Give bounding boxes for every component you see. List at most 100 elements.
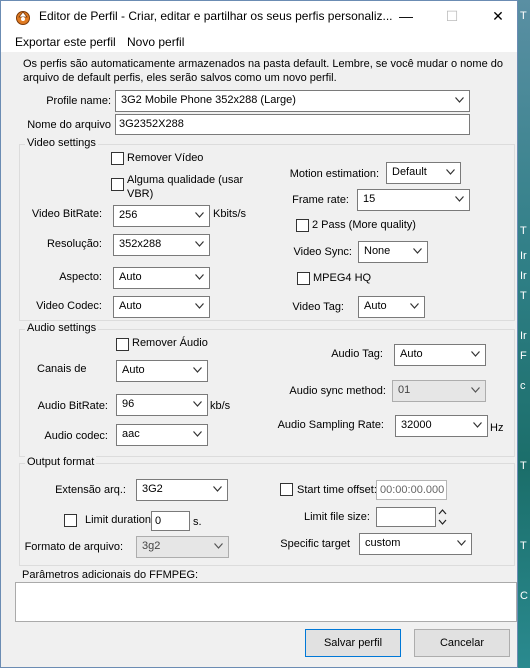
limit-file-size-input[interactable] <box>376 507 436 527</box>
two-pass-checkbox[interactable] <box>296 219 309 232</box>
audio-sync-method-value: 01 <box>398 384 411 396</box>
menu-export-profile[interactable]: Exportar este perfil <box>15 35 116 49</box>
bg-letter: Ir <box>520 270 527 282</box>
close-button[interactable]: ✕ <box>475 1 521 32</box>
video-bitrate-select[interactable]: 256 <box>113 205 210 227</box>
app-icon <box>16 11 30 25</box>
cancel-button[interactable]: Cancelar <box>414 629 510 657</box>
chevron-down-icon <box>473 422 482 428</box>
bg-letter: T <box>520 290 527 302</box>
audio-bitrate-select[interactable]: 96 <box>116 394 208 416</box>
file-extension-value: 3G2 <box>142 483 163 495</box>
chevron-down-icon <box>455 97 464 103</box>
remove-video-label: Remover Vídeo <box>127 152 204 164</box>
audio-sampling-rate-unit: Hz <box>490 422 504 434</box>
file-format-select[interactable]: 3g2 <box>136 536 229 558</box>
motion-estimation-value: Default <box>392 166 427 178</box>
profile-name-label: Profile name: <box>46 95 111 107</box>
specific-target-label: Specific target <box>280 538 350 550</box>
chevron-down-icon <box>195 241 204 247</box>
minimize-button[interactable]: — <box>383 1 429 32</box>
remove-audio-checkbox[interactable] <box>116 338 129 351</box>
bg-letter: T <box>520 460 527 472</box>
start-time-offset-label: Start time offset: <box>297 484 377 496</box>
menu-new-profile[interactable]: Novo perfil <box>127 35 184 49</box>
vbr-quality-checkbox[interactable] <box>111 178 124 191</box>
bg-letter: Ir <box>520 250 527 262</box>
menu-bar: Exportar este perfil Novo perfil <box>1 32 517 52</box>
chevron-down-icon <box>457 540 466 546</box>
aspect-value: Auto <box>119 271 142 283</box>
profile-name-select[interactable]: 3G2 Mobile Phone 352x288 (Large) <box>115 90 470 112</box>
chevron-down-icon <box>410 303 419 309</box>
file-extension-select[interactable]: 3G2 <box>136 479 228 501</box>
start-time-offset-input[interactable]: 00:00:00.000 <box>376 480 447 500</box>
chevron-down-icon <box>213 486 222 492</box>
audio-codec-value: aac <box>122 428 140 440</box>
video-sync-label: Video Sync: <box>293 246 352 258</box>
remove-audio-label: Remover Áudio <box>132 337 208 349</box>
limit-file-size-label: Limit file size: <box>303 511 370 523</box>
limit-duration-checkbox[interactable] <box>64 514 77 527</box>
video-bitrate-unit: Kbits/s <box>213 208 247 220</box>
audio-sync-method-select[interactable]: 01 <box>392 380 486 402</box>
limit-duration-unit: s. <box>193 516 202 528</box>
video-sync-select[interactable]: None <box>358 241 428 263</box>
maximize-button[interactable]: ☐ <box>429 1 475 32</box>
resolution-select[interactable]: 352x288 <box>113 234 210 256</box>
bg-letter: C <box>520 590 528 602</box>
video-codec-value: Auto <box>119 300 142 312</box>
limit-duration-input[interactable]: 0 <box>151 511 190 531</box>
chevron-down-icon <box>446 169 455 175</box>
window-title: Editor de Perfil - Criar, editar e parti… <box>39 9 393 23</box>
aspect-label: Aspecto: <box>59 271 102 283</box>
video-tag-label: Video Tag: <box>292 301 344 313</box>
mpeg4-hq-label: MPEG4 HQ <box>313 272 372 284</box>
motion-estimation-select[interactable]: Default <box>386 162 461 184</box>
output-format-title: Output format <box>25 456 97 468</box>
file-format-label: Formato de arquivo: <box>24 541 123 553</box>
chevron-down-icon <box>195 303 204 309</box>
video-settings-title: Video settings <box>25 137 98 149</box>
video-tag-value: Auto <box>364 300 387 312</box>
frame-rate-select[interactable]: 15 <box>357 189 470 211</box>
frame-rate-label: Frame rate: <box>292 194 349 206</box>
save-profile-button[interactable]: Salvar perfil <box>305 629 401 657</box>
chevron-down-icon <box>455 196 464 202</box>
bg-letter: T <box>520 10 527 22</box>
audio-sampling-rate-value: 32000 <box>401 419 432 431</box>
audio-bitrate-label: Audio BitRate: <box>37 400 108 412</box>
title-bar[interactable]: Editor de Perfil - Criar, editar e parti… <box>1 1 517 32</box>
audio-settings-title: Audio settings <box>25 322 99 334</box>
audio-codec-select[interactable]: aac <box>116 424 208 446</box>
specific-target-select[interactable]: custom <box>359 533 472 555</box>
audio-bitrate-unit: kb/s <box>210 400 231 412</box>
ffmpeg-params-textarea[interactable] <box>15 582 517 622</box>
chevron-down-icon <box>195 212 204 218</box>
file-extension-label: Extensão arq.: <box>55 484 126 496</box>
audio-channels-select[interactable]: Auto <box>116 360 208 382</box>
spin-up-down-icon[interactable] <box>438 507 447 527</box>
bg-letter: T <box>520 540 527 552</box>
audio-sync-method-label: Audio sync method: <box>289 385 386 397</box>
aspect-select[interactable]: Auto <box>113 267 210 289</box>
audio-sampling-rate-label: Audio Sampling Rate: <box>277 419 384 431</box>
audio-bitrate-value: 96 <box>122 398 135 410</box>
video-codec-select[interactable]: Auto <box>113 296 210 318</box>
remove-video-checkbox[interactable] <box>111 152 124 165</box>
file-name-input[interactable]: 3G2352X288 <box>115 114 470 135</box>
audio-sampling-rate-select[interactable]: 32000 <box>395 415 488 437</box>
start-time-offset-checkbox[interactable] <box>280 483 293 496</box>
ffmpeg-params-label: Parâmetros adicionais do FFMPEG: <box>22 569 199 581</box>
chevron-down-icon <box>471 351 480 357</box>
audio-channels-label: Canais de <box>37 363 87 375</box>
video-tag-select[interactable]: Auto <box>358 296 425 318</box>
mpeg4-hq-checkbox[interactable] <box>297 272 310 285</box>
motion-estimation-label: Motion estimation: <box>289 168 379 180</box>
bg-letter: c <box>520 380 526 392</box>
video-bitrate-label: Video BitRate: <box>31 208 102 220</box>
video-sync-value: None <box>364 245 391 257</box>
audio-tag-select[interactable]: Auto <box>394 344 486 366</box>
chevron-down-icon <box>413 248 422 254</box>
video-bitrate-value: 256 <box>119 209 138 221</box>
